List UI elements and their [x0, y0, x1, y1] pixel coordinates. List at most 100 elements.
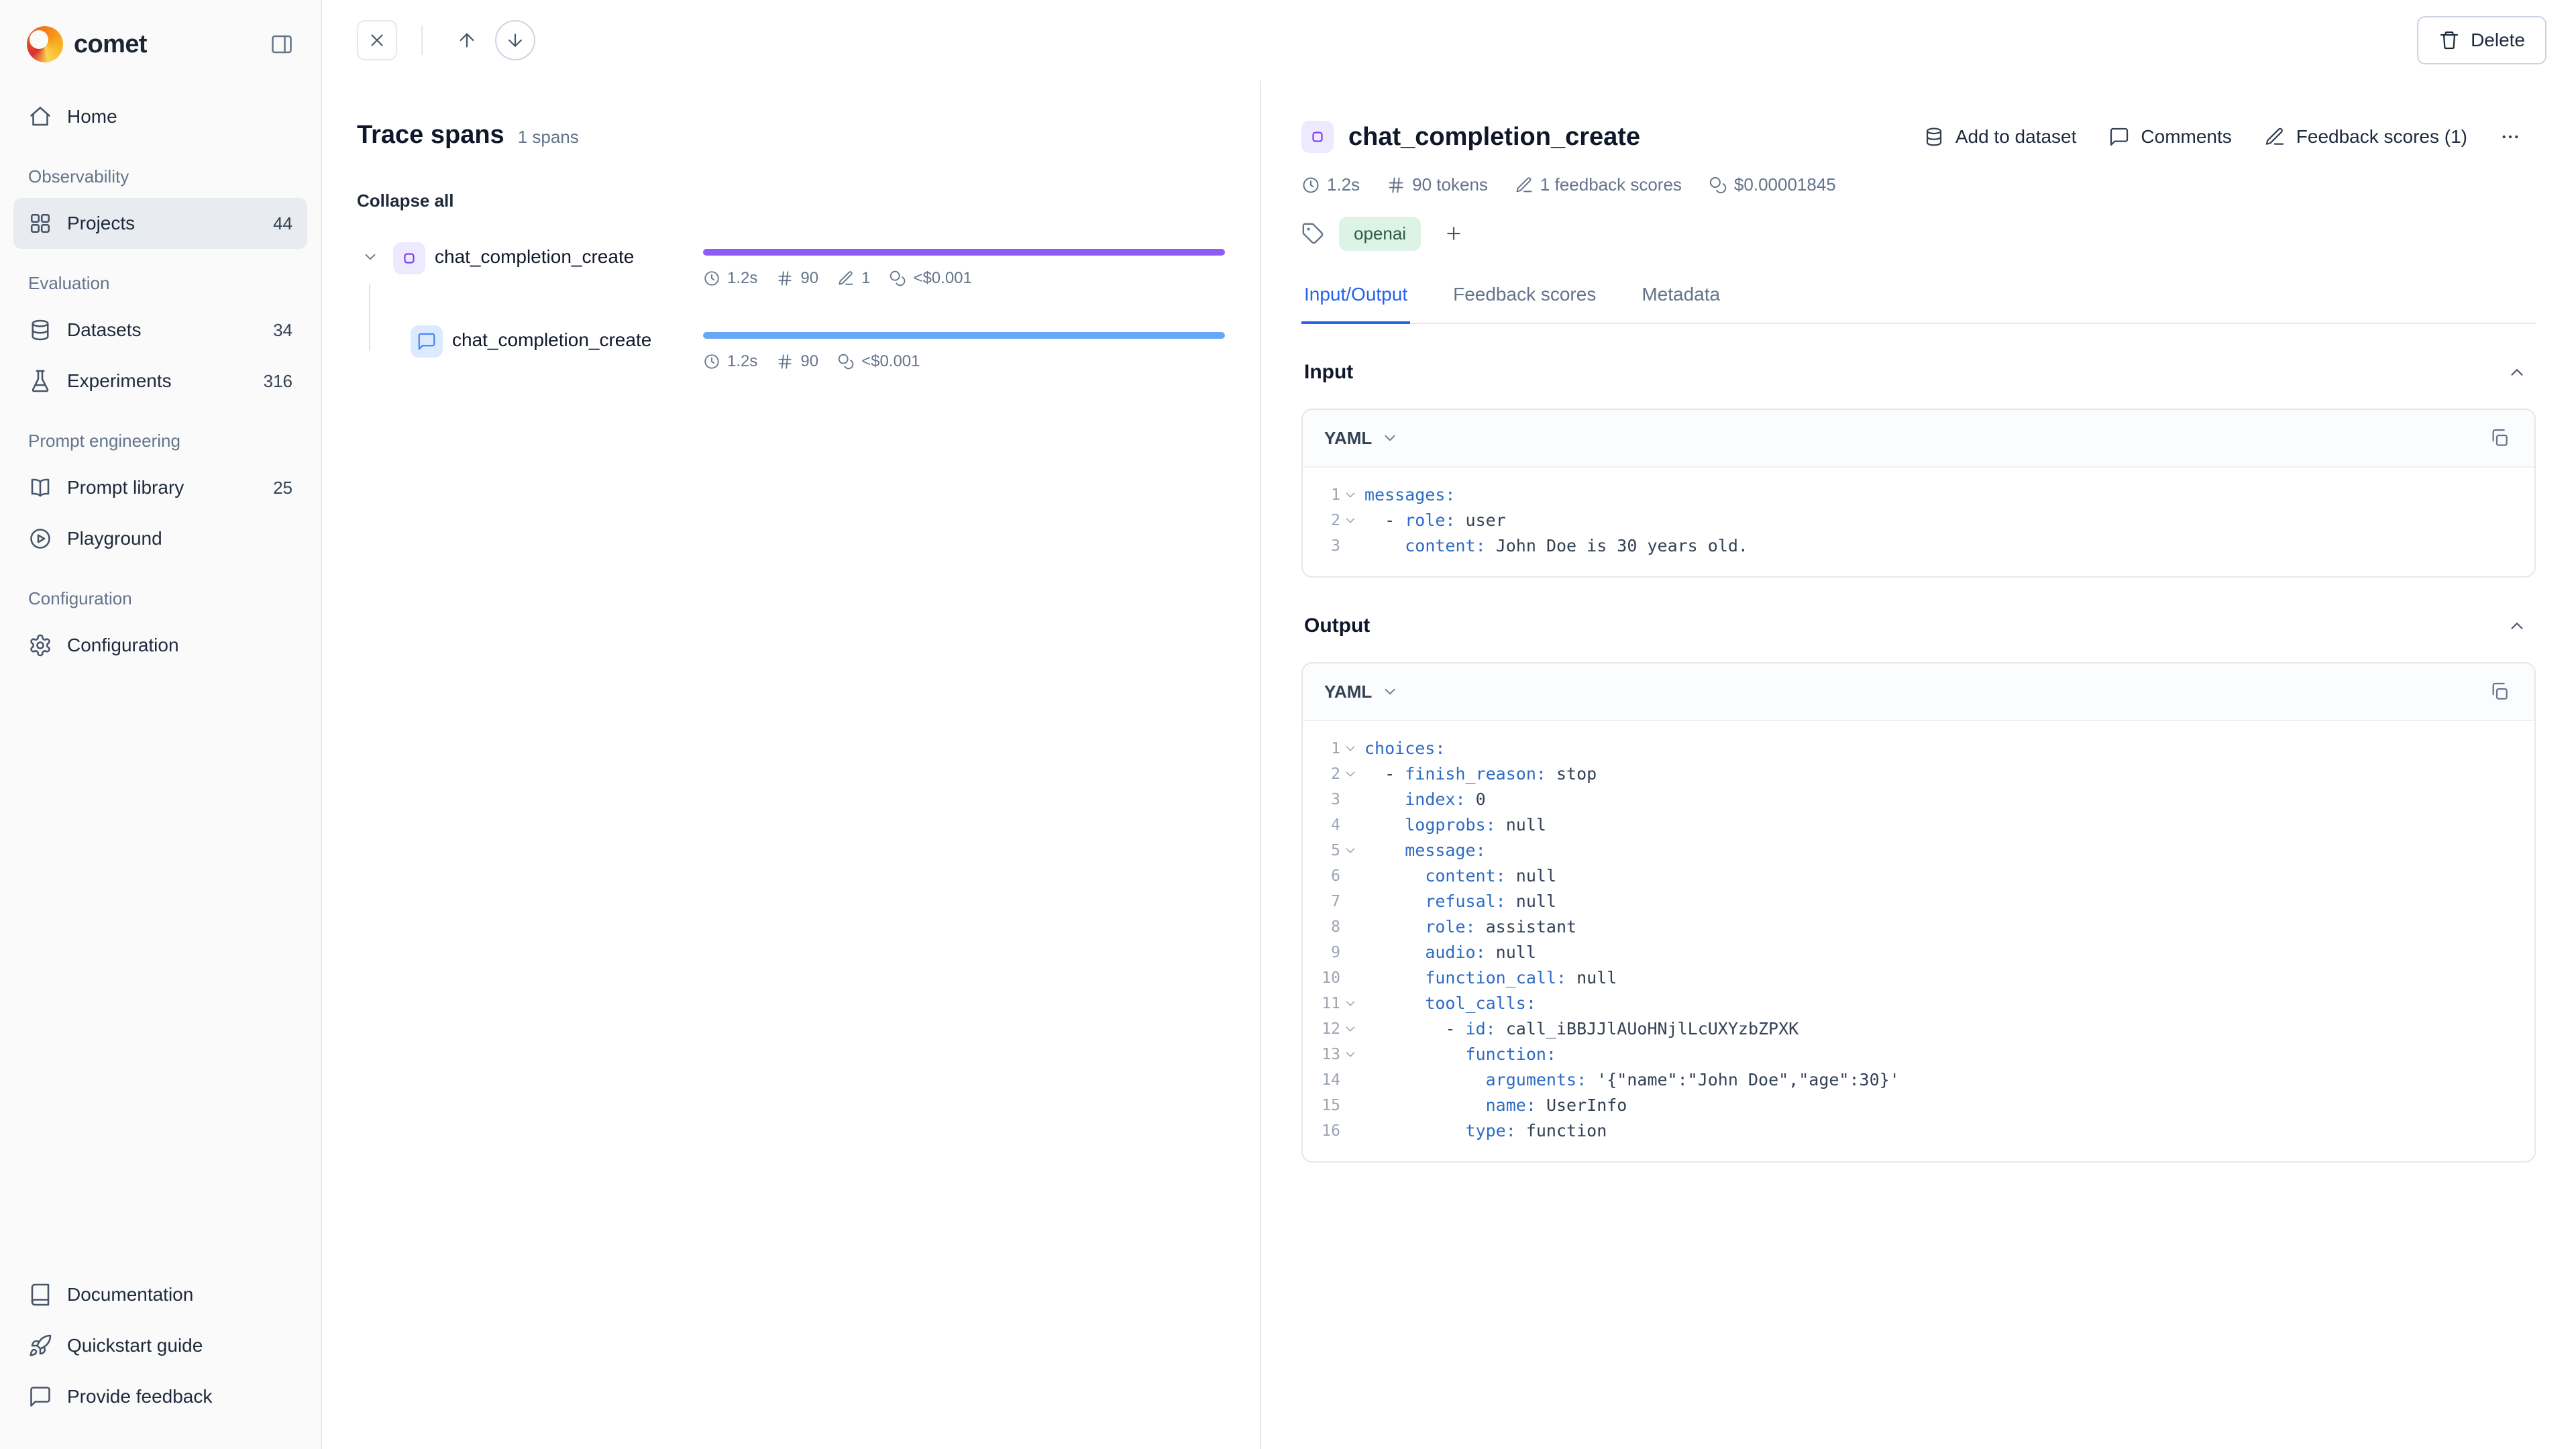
- section-observability-items: Projects 44: [13, 198, 307, 249]
- sidebar-item[interactable]: Configuration: [13, 620, 307, 671]
- chat-span-icon: [411, 325, 443, 358]
- fold-chevron-icon[interactable]: [1343, 843, 1358, 858]
- line-number: 12: [1322, 1016, 1340, 1042]
- line-number: 9: [1331, 940, 1340, 965]
- line-number: 15: [1322, 1093, 1340, 1118]
- span-collapse-caret[interactable]: [357, 242, 384, 272]
- tag-row: openai: [1301, 215, 2536, 252]
- output-section: Output YAML: [1301, 578, 2536, 1163]
- line-number: 6: [1331, 863, 1340, 889]
- span-timeline-bar[interactable]: [703, 249, 1225, 256]
- input-format-select[interactable]: YAML: [1322, 423, 1401, 454]
- span-cost: <$0.001: [889, 269, 971, 288]
- fold-chevron-icon[interactable]: [1343, 1022, 1358, 1036]
- fold-chevron-icon[interactable]: [1343, 996, 1358, 1011]
- code-text: type: function: [1364, 1118, 1607, 1144]
- fold-chevron-icon[interactable]: [1343, 1047, 1358, 1062]
- span-row-root[interactable]: chat_completion_create 1.2s 90 1 <$0.001: [357, 241, 1225, 308]
- home-icon: [28, 105, 52, 129]
- code-line: 3 content: John Doe is 30 years old.: [1303, 533, 2534, 559]
- pencil-icon: [1515, 176, 1534, 195]
- close-trace-button[interactable]: [357, 20, 397, 60]
- add-to-dataset-button[interactable]: Add to dataset: [1909, 115, 2092, 158]
- section-configuration-items: Configuration: [13, 620, 307, 671]
- fold-chevron-icon[interactable]: [1343, 513, 1358, 528]
- span-tree: chat_completion_create 1.2s 90 1 <$0.001: [357, 241, 1225, 391]
- code-text: name: UserInfo: [1364, 1093, 1627, 1118]
- previous-trace-button[interactable]: [447, 20, 487, 60]
- sidebar-footer-item[interactable]: Quickstart guide: [13, 1320, 307, 1371]
- sidebar-nav: Home Observability Projects 44 Evaluatio…: [0, 91, 321, 671]
- fold-chevron-icon[interactable]: [1343, 741, 1358, 756]
- sidebar-item[interactable]: Playground: [13, 513, 307, 564]
- collapse-all-button[interactable]: Collapse all: [357, 191, 454, 211]
- comet-logo[interactable]: comet: [27, 26, 147, 62]
- code-line: 10 function_call: null: [1303, 965, 2534, 991]
- nav-item-icon: [28, 369, 52, 393]
- tree-guide-line: [369, 284, 370, 351]
- span-tokens: 90: [776, 352, 818, 371]
- chevron-down-icon: [1381, 429, 1399, 447]
- sidebar-footer-item[interactable]: Documentation: [13, 1269, 307, 1320]
- topbar-divider: [421, 25, 423, 55]
- hash-icon: [1387, 176, 1405, 195]
- coins-icon: [889, 270, 906, 287]
- delete-button[interactable]: Delete: [2417, 16, 2546, 64]
- output-format-select[interactable]: YAML: [1322, 676, 1401, 708]
- input-section-title: Input: [1304, 361, 1353, 384]
- footer-item-label: Documentation: [67, 1284, 292, 1305]
- span-tokens: 90: [776, 269, 818, 288]
- sidebar-collapse-button[interactable]: [262, 24, 302, 64]
- line-number: 10: [1322, 965, 1340, 991]
- nav-count: 25: [273, 478, 292, 498]
- topbar: Delete: [322, 0, 2576, 80]
- nav-count: 34: [273, 320, 292, 341]
- span-cost: <$0.001: [837, 352, 920, 371]
- sidebar-item[interactable]: Datasets 34: [13, 305, 307, 356]
- section-evaluation-items: Datasets 34 Experiments 316: [13, 305, 307, 407]
- detail-meta-row: 1.2s 90 tokens 1 feedback scores $0.0000…: [1301, 174, 2536, 195]
- sidebar-item[interactable]: Prompt library 25: [13, 462, 307, 513]
- next-trace-button[interactable]: [495, 20, 535, 60]
- arrow-down-icon: [505, 30, 525, 50]
- coins-icon: [1709, 176, 1727, 195]
- tag-badge[interactable]: openai: [1339, 217, 1421, 251]
- copy-output-button[interactable]: [2481, 673, 2518, 710]
- nav-label: Projects: [67, 213, 258, 234]
- footer-item-icon: [28, 1334, 52, 1358]
- span-row-child[interactable]: chat_completion_create 1.2s 90 <$0.001: [357, 324, 1225, 391]
- code-text: audio: null: [1364, 940, 1536, 965]
- trash-icon: [2438, 30, 2460, 51]
- collapse-input-button[interactable]: [2501, 356, 2533, 388]
- sidebar-item[interactable]: Experiments 316: [13, 356, 307, 407]
- feedback-scores-button[interactable]: Feedback scores (1): [2249, 115, 2482, 158]
- section-header-configuration: Configuration: [13, 564, 307, 620]
- code-line: 8 role: assistant: [1303, 914, 2534, 940]
- line-number: 1: [1331, 736, 1340, 761]
- code-text: function_call: null: [1364, 965, 1617, 991]
- detail-tab[interactable]: Feedback scores: [1450, 284, 1599, 323]
- nav-label: Playground: [67, 528, 278, 549]
- output-section-title: Output: [1304, 614, 1370, 637]
- detail-tab[interactable]: Input/Output: [1301, 284, 1410, 323]
- span-timeline-bar[interactable]: [703, 332, 1225, 339]
- add-tag-button[interactable]: [1436, 215, 1472, 252]
- detail-tab[interactable]: Metadata: [1639, 284, 1723, 323]
- detail-title: chat_completion_create: [1348, 123, 1640, 152]
- collapse-output-button[interactable]: [2501, 610, 2533, 642]
- copy-input-button[interactable]: [2481, 419, 2518, 457]
- sidebar-footer-item[interactable]: Provide feedback: [13, 1371, 307, 1422]
- fold-chevron-icon[interactable]: [1343, 767, 1358, 782]
- detail-span-icon: [1301, 121, 1334, 153]
- span-feedback-count: 1: [837, 269, 870, 288]
- code-line: 14 arguments: '{"name":"John Doe","age":…: [1303, 1067, 2534, 1093]
- comments-button[interactable]: Comments: [2094, 115, 2246, 158]
- input-code-area: 1 messages: 2 -: [1303, 468, 2534, 576]
- sidebar-item[interactable]: Projects 44: [13, 198, 307, 249]
- sidebar-item-home[interactable]: Home: [13, 91, 307, 142]
- more-actions-button[interactable]: [2485, 115, 2536, 158]
- code-text: arguments: '{"name":"John Doe","age":30}…: [1364, 1067, 1900, 1093]
- fold-chevron-icon[interactable]: [1343, 488, 1358, 502]
- footer-item-icon: [28, 1283, 52, 1307]
- span-detail-panel: chat_completion_create Add to dataset Co…: [1261, 80, 2576, 1449]
